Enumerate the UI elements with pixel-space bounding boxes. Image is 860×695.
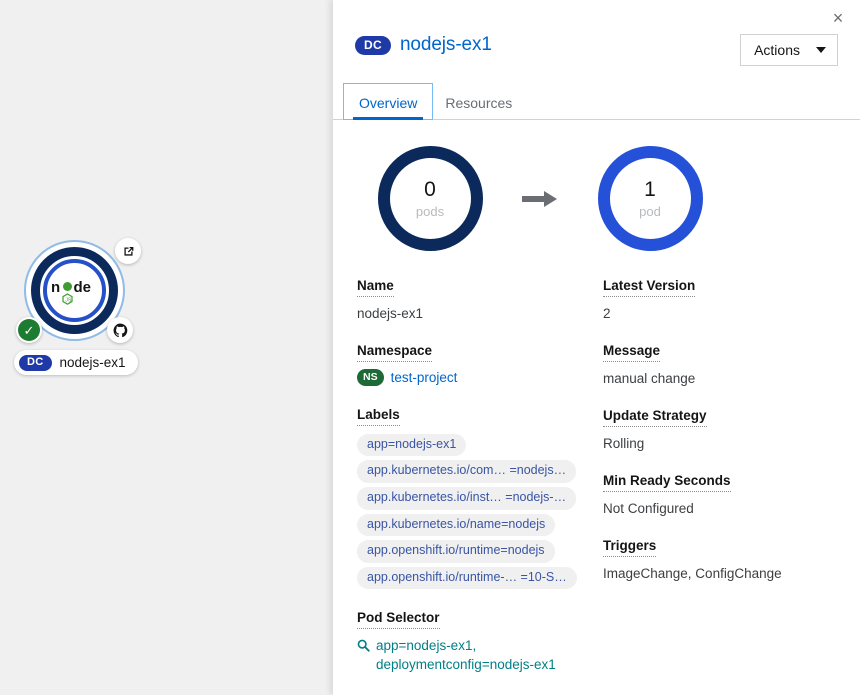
field-name-label: Name: [357, 278, 394, 297]
pod-donut-current-count: 1: [644, 177, 656, 201]
field-triggers-label: Triggers: [603, 538, 657, 557]
chevron-down-icon: [816, 47, 826, 53]
field-name: Name nodejs-ex1: [357, 277, 603, 322]
field-namespace: Namespace NS test-project: [357, 342, 603, 386]
pod-transition-row: 0 pods 1 pod: [333, 120, 860, 251]
label-chip[interactable]: app.openshift.io/runtime=nodejs: [357, 540, 555, 563]
pod-donut-current-label: pod: [639, 203, 661, 219]
svg-text:JS: JS: [65, 297, 72, 303]
field-pod-selector: Pod Selector app=nodejs-ex1, deploymentco…: [357, 609, 603, 675]
pod-donut-previous-ring: 0 pods: [377, 146, 483, 251]
field-update-strategy-label: Update Strategy: [603, 408, 707, 427]
field-latest-version-label: Latest Version: [603, 278, 696, 297]
field-name-value: nodejs-ex1: [357, 305, 424, 321]
resource-kind-badge: DC: [355, 35, 391, 55]
panel-header: DC nodejs-ex1 Actions: [333, 0, 860, 66]
pod-selector-line2: deploymentconfig=nodejs-ex1: [376, 657, 556, 673]
transition-arrow: [503, 190, 577, 208]
topology-node-nodejs-ex1[interactable]: n de JS ✓: [16, 238, 141, 343]
field-message-value: manual change: [603, 370, 696, 386]
node-label[interactable]: DC nodejs-ex1: [14, 350, 138, 375]
node-kind-badge: DC: [19, 354, 52, 371]
details-side-panel: × DC nodejs-ex1 Actions Overview Resourc…: [333, 0, 860, 695]
label-chip[interactable]: app=nodejs-ex1: [357, 433, 467, 457]
pod-donut-previous-count: 0: [424, 177, 436, 201]
arrow-right-icon: [522, 190, 557, 207]
tab-resources[interactable]: Resources: [431, 95, 526, 119]
node-inner-ring: n de JS: [43, 259, 106, 322]
svg-text:de: de: [73, 278, 91, 295]
tab-overview[interactable]: Overview: [343, 83, 434, 120]
label-chip-list: app=nodejs-ex1 app.kubernetes.io/com… =n…: [357, 433, 603, 590]
tab-resources-label: Resources: [445, 95, 513, 111]
field-message-label: Message: [603, 343, 661, 362]
field-min-ready-seconds-label: Min Ready Seconds: [603, 473, 731, 492]
pod-donut-previous-label: pods: [415, 203, 445, 219]
field-min-ready-seconds: Min Ready Seconds Not Configured: [603, 472, 853, 517]
field-update-strategy-value: Rolling: [603, 435, 645, 451]
tab-active-indicator: [353, 117, 424, 120]
tab-overview-label: Overview: [359, 95, 418, 111]
label-chip[interactable]: app.kubernetes.io/inst… =nodejs-…: [357, 486, 577, 510]
field-labels: Labels app=nodejs-ex1 app.kubernetes.io/…: [357, 406, 603, 590]
field-latest-version: Latest Version 2: [603, 277, 853, 322]
pod-selector-link[interactable]: app=nodejs-ex1, deploymentconfig=nodejs-e…: [357, 636, 603, 675]
field-update-strategy: Update Strategy Rolling: [603, 407, 853, 452]
page-title[interactable]: nodejs-ex1: [400, 34, 492, 56]
field-latest-version-value: 2: [603, 305, 611, 321]
field-labels-label: Labels: [357, 407, 400, 426]
svg-text:n: n: [51, 278, 60, 295]
pod-donut-current[interactable]: 1 pod: [577, 146, 723, 251]
external-link-glyph: [123, 246, 133, 256]
node-label-text: nodejs-ex1: [59, 355, 126, 370]
status-check-icon[interactable]: ✓: [16, 317, 42, 343]
field-min-ready-seconds-value: Not Configured: [603, 500, 694, 516]
field-message: Message manual change: [603, 342, 853, 387]
label-chip[interactable]: app.openshift.io/runtime-… =10-S…: [357, 566, 577, 590]
status-check-glyph: ✓: [18, 319, 40, 341]
panel-title-group: DC nodejs-ex1: [355, 34, 492, 56]
actions-button[interactable]: Actions: [740, 34, 838, 66]
search-icon: [357, 639, 370, 652]
topology-canvas[interactable]: n de JS ✓ DC nodejs-ex1: [0, 0, 333, 695]
namespace-badge: NS: [357, 369, 384, 386]
label-chip[interactable]: app.kubernetes.io/name=nodejs: [357, 513, 556, 537]
pod-selector-line1: app=nodejs-ex1,: [376, 637, 477, 653]
details-column-left: Name nodejs-ex1 Namespace NS test-projec…: [357, 277, 603, 695]
github-icon[interactable]: [107, 317, 133, 343]
actions-button-label: Actions: [754, 42, 800, 58]
label-chip[interactable]: app.kubernetes.io/com… =nodejs…: [357, 460, 577, 483]
field-triggers-value: ImageChange, ConfigChange: [603, 565, 782, 581]
external-link-icon[interactable]: [115, 238, 141, 264]
field-namespace-label: Namespace: [357, 343, 433, 362]
close-icon[interactable]: ×: [827, 7, 849, 29]
namespace-link[interactable]: test-project: [391, 369, 458, 387]
pod-donut-current-ring: 1 pod: [597, 146, 703, 251]
pod-selector-value: app=nodejs-ex1, deploymentconfig=nodejs-e…: [376, 636, 556, 675]
github-glyph: [113, 323, 127, 337]
field-pod-selector-label: Pod Selector: [357, 610, 440, 629]
panel-tabs: Overview Resources: [333, 83, 860, 120]
namespace-row[interactable]: NS test-project: [357, 369, 603, 387]
details-grid: Name nodejs-ex1 Namespace NS test-projec…: [333, 251, 860, 695]
field-triggers: Triggers ImageChange, ConfigChange: [603, 537, 853, 582]
nodejs-logo-icon: n de JS: [51, 278, 91, 305]
pod-donut-previous[interactable]: 0 pods: [357, 146, 503, 251]
details-column-right: Latest Version 2 Message manual change U…: [603, 277, 853, 695]
